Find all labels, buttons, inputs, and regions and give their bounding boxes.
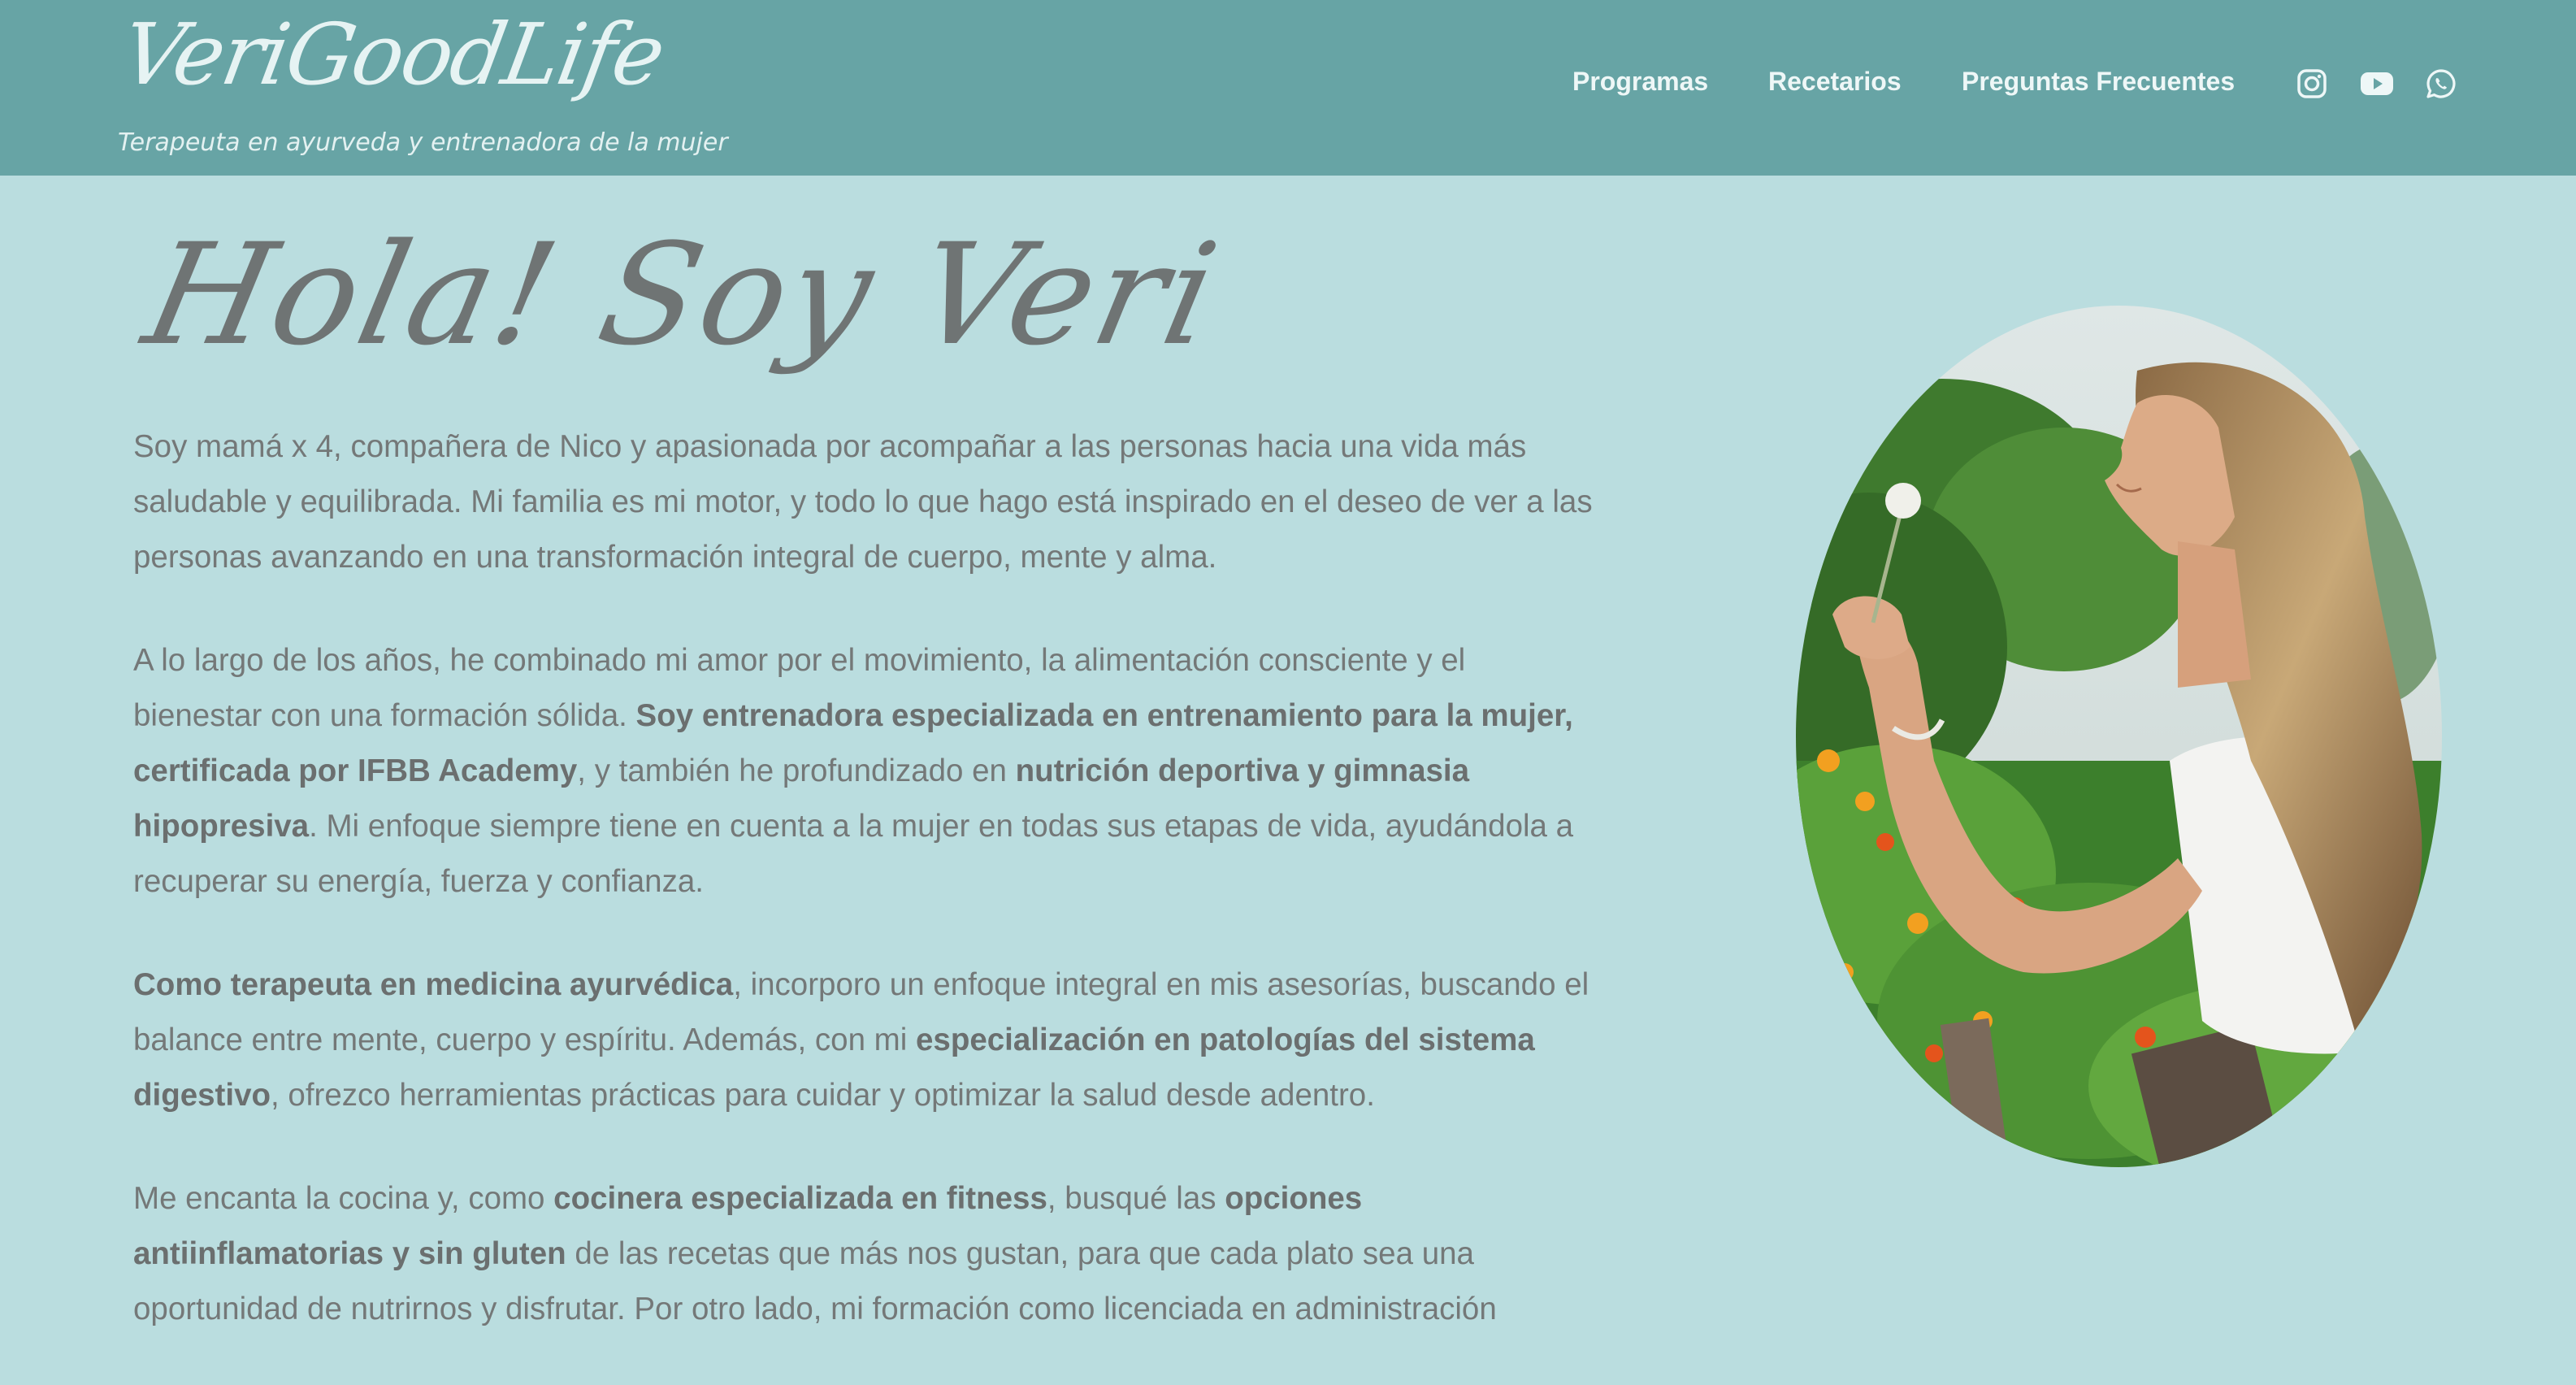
nav-link-programas[interactable]: Programas <box>1572 67 1708 97</box>
youtube-icon[interactable] <box>2360 68 2394 99</box>
about-text: Soy mamá x 4, compañera de Nico y apasio… <box>133 419 1596 1385</box>
about-paragraph: Me encanta la cocina y, como cocinera es… <box>133 1171 1596 1337</box>
about-paragraph: Como terapeuta en medicina ayurvédica, i… <box>133 957 1596 1123</box>
site-tagline: Terapeuta en ayurveda y entrenadora de l… <box>118 128 728 157</box>
nav-link-recetarios[interactable]: Recetarios <box>1768 67 1902 97</box>
paragraph-text: Soy mamá x 4, compañera de Nico y apasio… <box>133 429 1593 575</box>
page-title: Hola! Soy Veri <box>132 213 1234 376</box>
paragraph-text: . Mi enfoque siempre tiene en cuenta a l… <box>133 809 1574 899</box>
site-header: VeriGoodLife Terapeuta en ayurveda y ent… <box>0 0 2576 176</box>
paragraph-text: , ofrezco herramientas prácticas para cu… <box>271 1078 1375 1113</box>
nav-link-preguntas-frecuentes[interactable]: Preguntas Frecuentes <box>1962 67 2235 97</box>
portrait-photo <box>1796 306 2442 1167</box>
main-nav: Programas Recetarios Preguntas Frecuente… <box>0 67 2576 102</box>
about-paragraph: Soy mamá x 4, compañera de Nico y apasio… <box>133 419 1596 585</box>
paragraph-text: Me encanta la cocina y, como <box>133 1181 554 1216</box>
highlighted-text: cocinera especializada en fitness <box>553 1181 1047 1216</box>
whatsapp-icon[interactable] <box>2426 68 2457 99</box>
paragraph-text: , busqué las <box>1047 1181 1225 1216</box>
about-paragraph: A lo largo de los años, he combinado mi … <box>133 633 1596 910</box>
highlighted-text: Como terapeuta en medicina ayurvédica <box>133 967 734 1002</box>
paragraph-text: , y también he profundizado en <box>577 753 1016 788</box>
instagram-icon[interactable] <box>2296 68 2327 99</box>
